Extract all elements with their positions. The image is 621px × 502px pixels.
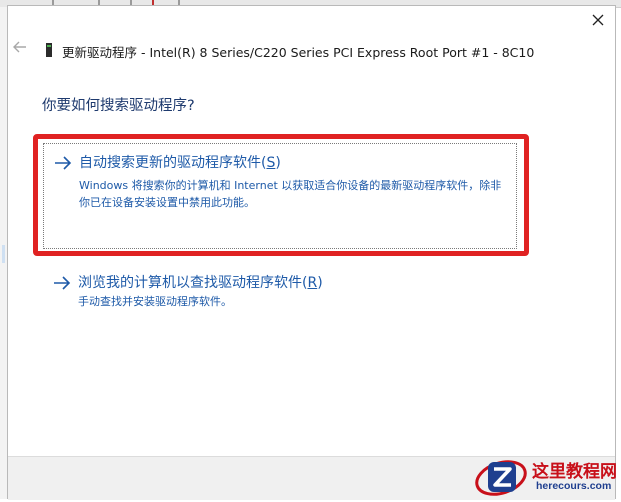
watermark-logo-icon xyxy=(474,456,528,502)
arrow-right-icon xyxy=(53,275,71,290)
browse-title-text: 浏览我的计算机以查找驱动程序软件( xyxy=(78,275,308,291)
background-selection-mark xyxy=(2,245,5,263)
background-left-strip xyxy=(0,7,7,499)
site-watermark: 这里教程网 herecours.com xyxy=(472,454,621,499)
window-title: 更新驱动程序 - Intel(R) 8 Series/C220 Series P… xyxy=(62,45,535,60)
watermark-site-name: 这里教程网 xyxy=(532,462,617,482)
browse-computer-description: 手动查找并安装驱动程序软件。 xyxy=(78,295,232,308)
browse-computer-option[interactable]: 浏览我的计算机以查找驱动程序软件(R) 手动查找并安装驱动程序软件。 xyxy=(43,264,517,324)
back-arrow-icon xyxy=(13,38,27,57)
device-icon xyxy=(46,42,52,57)
page-heading: 你要如何搜索驱动程序? xyxy=(42,98,195,114)
browse-computer-title[interactable]: 浏览我的计算机以查找驱动程序软件(R) xyxy=(78,272,323,292)
browse-title-close: ) xyxy=(317,275,323,291)
red-highlight-annotation xyxy=(33,134,529,256)
close-button[interactable] xyxy=(585,8,611,32)
back-button[interactable] xyxy=(11,38,29,56)
browse-accesskey: R xyxy=(307,275,318,291)
close-icon xyxy=(592,11,604,30)
update-driver-dialog: 更新驱动程序 - Intel(R) 8 Series/C220 Series P… xyxy=(7,5,616,500)
watermark-url: herecours.com xyxy=(536,480,612,492)
